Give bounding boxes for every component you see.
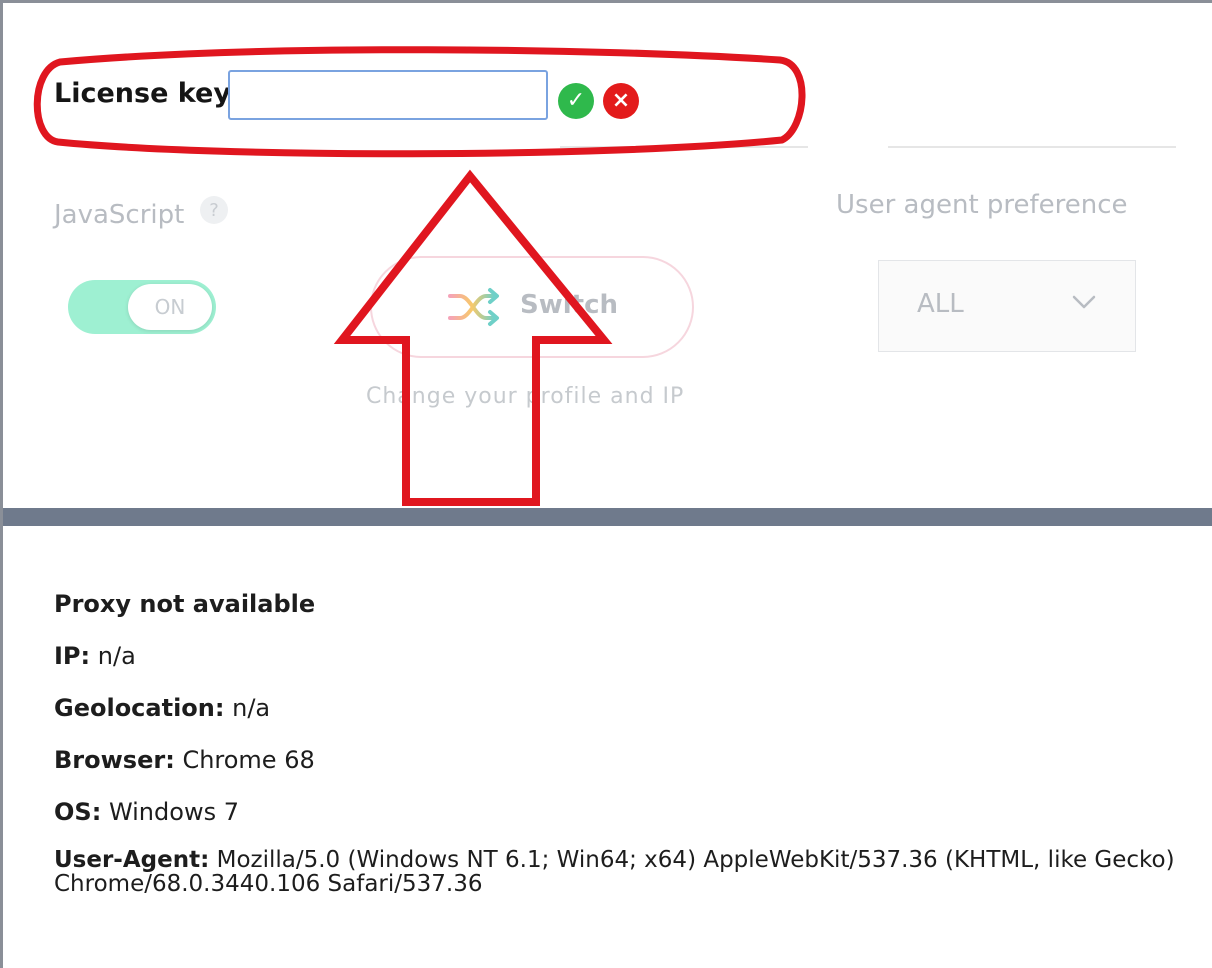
javascript-toggle[interactable]: ON xyxy=(68,280,216,334)
shuffle-icon xyxy=(448,288,499,326)
check-icon: ✓ xyxy=(566,88,586,113)
geolocation-row: Geolocation: n/a xyxy=(54,694,270,722)
chevron-down-icon xyxy=(1072,295,1096,309)
license-key-label: License key: xyxy=(54,78,242,109)
browser-row: Browser: Chrome 68 xyxy=(54,746,315,774)
license-key-input[interactable] xyxy=(228,70,548,120)
proxy-status: Proxy not available xyxy=(54,590,315,618)
proxy-status-text: Proxy not available xyxy=(54,590,316,618)
os-value: Windows 7 xyxy=(108,798,239,826)
switch-caption: Change your profile and IP xyxy=(366,384,685,409)
geolocation-label: Geolocation: xyxy=(54,694,225,722)
confirm-license-button[interactable]: ✓ xyxy=(558,83,594,119)
user-agent-value: Mozilla/5.0 (Windows NT 6.1; Win64; x64)… xyxy=(54,847,1175,897)
toggle-state-label: ON xyxy=(154,295,186,319)
toggle-knob: ON xyxy=(128,284,212,330)
user-agent-preference-label: User agent preference xyxy=(836,190,1128,220)
close-icon: × xyxy=(611,88,631,113)
ip-label: IP: xyxy=(54,642,91,670)
user-agent-select-value: ALL xyxy=(917,289,964,319)
os-row: OS: Windows 7 xyxy=(54,798,239,826)
separator-line xyxy=(888,146,1176,148)
browser-value: Chrome 68 xyxy=(182,746,315,774)
os-label: OS: xyxy=(54,798,102,826)
switch-button-label: Switch xyxy=(520,290,619,320)
user-agent-select[interactable]: ALL xyxy=(878,260,1136,352)
ip-value: n/a xyxy=(97,642,136,670)
separator-line xyxy=(560,146,808,148)
user-agent-row: User-Agent: Mozilla/5.0 (Windows NT 6.1;… xyxy=(54,848,1184,896)
help-icon[interactable]: ? xyxy=(200,196,228,224)
ip-row: IP: n/a xyxy=(54,642,136,670)
javascript-label: JavaScript xyxy=(54,200,185,230)
geolocation-value: n/a xyxy=(232,694,271,722)
user-agent-label: User-Agent: xyxy=(54,847,210,873)
section-divider xyxy=(3,508,1212,526)
browser-label: Browser: xyxy=(54,746,175,774)
cancel-license-button[interactable]: × xyxy=(603,83,639,119)
